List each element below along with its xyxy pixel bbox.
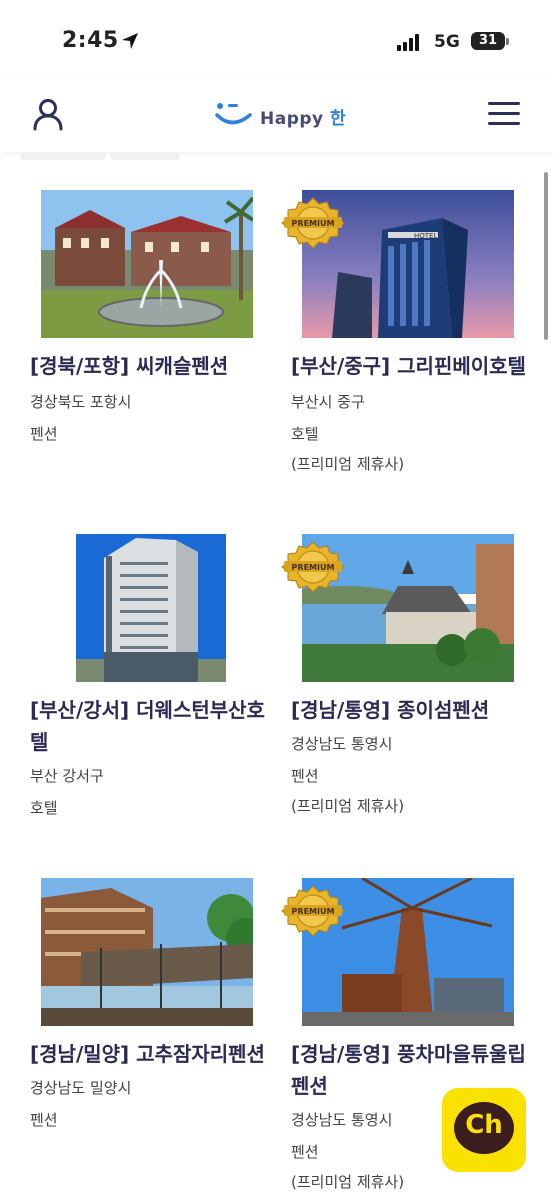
filter-chip[interactable]: [110, 152, 180, 160]
app-header: Happy 한: [0, 80, 554, 152]
premium-partner-note: (프리미엄 제휴사): [291, 455, 405, 473]
premium-partner-note: (프리미엄 제휴사): [291, 797, 405, 815]
listing-title[interactable]: [경북/포항] 씨캐슬펜션: [30, 350, 280, 382]
status-time: 2:45: [62, 28, 119, 53]
listing-photo: [76, 534, 226, 682]
listing-type: 펜션: [30, 1111, 58, 1129]
app-logo[interactable]: Happy 한: [214, 98, 346, 134]
premium-badge-icon: PREMIUM: [281, 885, 345, 937]
premium-badge-label: PREMIUM: [292, 219, 335, 228]
premium-badge-icon: PREMIUM: [281, 541, 345, 593]
hotel-sign: HOTEL: [414, 232, 437, 240]
kakao-channel-button[interactable]: Ch: [442, 1088, 526, 1172]
menu-icon[interactable]: [488, 100, 522, 128]
battery-icon: 31: [471, 32, 505, 50]
listing-region: 경상남도 통영시: [291, 735, 393, 753]
filter-chip[interactable]: [20, 152, 106, 160]
listing-title[interactable]: [경남/통영] 종이섬펜션: [291, 694, 541, 726]
premium-badge-label: PREMIUM: [292, 907, 335, 916]
user-icon[interactable]: [30, 96, 66, 132]
listing-type: 펜션: [291, 767, 319, 785]
listing-type: 호텔: [30, 799, 58, 817]
listing-type: 호텔: [291, 425, 319, 443]
premium-badge-icon: PREMIUM: [281, 197, 345, 249]
logo-text: Happy 한: [260, 108, 347, 129]
location-arrow-icon: [122, 33, 138, 49]
scrollbar[interactable]: [544, 172, 548, 340]
listing-region: 경상남도 통영시: [291, 1111, 393, 1129]
listing-region: 부산 강서구: [30, 767, 104, 785]
listing-region: 부산시 중구: [291, 393, 365, 411]
smile-logo-icon: [215, 103, 252, 125]
battery-tip: [506, 38, 509, 45]
listing-title[interactable]: [경남/밀양] 고추잠자리펜션: [30, 1038, 280, 1070]
listing-title[interactable]: [부산/강서] 더웨스턴부산호텔: [30, 694, 280, 758]
listing-title[interactable]: [부산/중구] 그리핀베이호텔: [291, 350, 541, 382]
premium-badge-label: PREMIUM: [292, 563, 335, 572]
listing-type: 펜션: [30, 425, 58, 443]
listing-photo: [41, 878, 253, 1026]
listing-type: 펜션: [291, 1143, 319, 1161]
kakao-channel-label: Ch: [465, 1110, 503, 1140]
premium-partner-note: (프리미엄 제휴사): [291, 1173, 405, 1191]
listing-photo: [41, 190, 253, 338]
network-type: 5G: [434, 32, 460, 52]
listing-region: 경상남도 밀양시: [30, 1079, 132, 1097]
listing-region: 경상북도 포항시: [30, 393, 132, 411]
status-bar: 2:45 5G 31: [0, 0, 554, 80]
